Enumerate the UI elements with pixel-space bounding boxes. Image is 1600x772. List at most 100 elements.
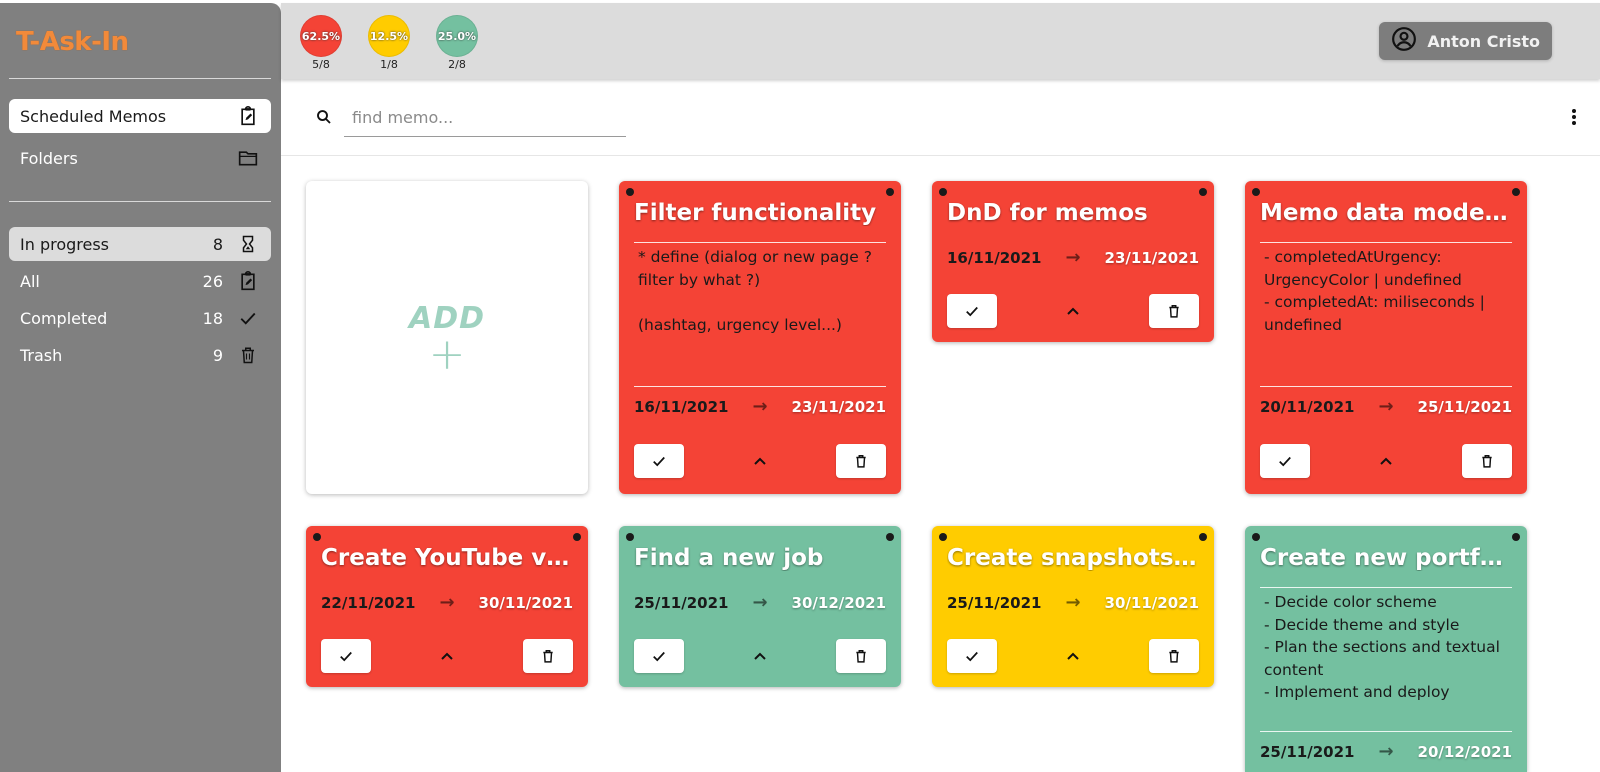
memo-title: Create new portfolio xyxy=(1260,545,1512,571)
sidebar-item-scheduled-memos[interactable]: Scheduled Memos xyxy=(9,99,271,133)
stat-percent: 25.0% xyxy=(437,29,477,43)
memo-divider xyxy=(1260,242,1512,243)
chevron-up-icon[interactable] xyxy=(1371,451,1401,471)
chevron-up-icon[interactable] xyxy=(745,646,775,666)
complete-button[interactable] xyxy=(321,639,371,673)
pin-icon xyxy=(939,533,947,541)
more-vert-icon[interactable] xyxy=(1564,107,1584,127)
memo-card[interactable]: Create YouTube vi... 22/11/2021 → 30/11/… xyxy=(306,526,588,687)
pin-icon xyxy=(1199,533,1207,541)
sidebar-item-trash[interactable]: Trash 9 xyxy=(9,338,271,372)
memo-start-date: 20/11/2021 xyxy=(1260,397,1355,416)
memo-divider xyxy=(1260,587,1512,588)
delete-button[interactable] xyxy=(836,639,886,673)
memo-start-date: 25/11/2021 xyxy=(947,593,1042,612)
memo-start-date: 25/11/2021 xyxy=(634,593,729,612)
stat-percent: 62.5% xyxy=(301,29,341,43)
sidebar-divider xyxy=(9,78,271,79)
arrow-right-icon: → xyxy=(1065,592,1081,613)
stat-percent: 12.5% xyxy=(369,29,409,43)
memo-dates: 16/11/2021 → 23/11/2021 xyxy=(634,396,886,417)
memo-dates: 16/11/2021 → 23/11/2021 xyxy=(947,247,1199,268)
sidebar-item-folders[interactable]: Folders xyxy=(9,141,271,175)
memo-start-date: 22/11/2021 xyxy=(321,593,416,612)
account-circle-icon xyxy=(1391,26,1417,56)
stat-circle: 62.5% xyxy=(300,15,342,57)
stat-fraction: 5/8 xyxy=(312,58,330,71)
chevron-up-icon[interactable] xyxy=(432,646,462,666)
memo-description: * define (dialog or new page ? filter by… xyxy=(638,248,872,334)
pin-icon xyxy=(1252,188,1260,196)
stat-fraction: 2/8 xyxy=(448,58,466,71)
pin-icon xyxy=(626,533,634,541)
sidebar-item-all[interactable]: All 26 xyxy=(9,264,271,298)
chevron-up-icon[interactable] xyxy=(1058,646,1088,666)
memo-end-date: 23/11/2021 xyxy=(1104,248,1199,267)
complete-button[interactable] xyxy=(634,639,684,673)
add-memo-card[interactable]: ADD + xyxy=(306,181,588,494)
clipboard-edit-icon xyxy=(237,270,259,292)
delete-button[interactable] xyxy=(1149,639,1199,673)
memo-divider xyxy=(634,242,886,243)
stat-green: 25.0% 2/8 xyxy=(434,15,480,71)
arrow-right-icon: → xyxy=(1065,247,1081,268)
sidebar-item-label: Completed xyxy=(20,308,108,328)
memo-actions xyxy=(1260,444,1512,478)
complete-button[interactable] xyxy=(1260,444,1310,478)
sidebar-item-label: Trash xyxy=(20,345,63,365)
memo-title: Create snapshots ... xyxy=(947,545,1199,571)
sidebar-item-label: All xyxy=(20,271,40,291)
sidebar-item-count: 9 xyxy=(212,345,223,365)
memo-end-date: 23/11/2021 xyxy=(791,397,886,416)
memo-card[interactable]: Filter functionality * define (dialog or… xyxy=(619,181,901,494)
arrow-right-icon: → xyxy=(1378,741,1394,762)
complete-button[interactable] xyxy=(947,639,997,673)
pin-icon xyxy=(1512,188,1520,196)
sidebar-item-in-progress[interactable]: In progress 8 xyxy=(9,227,271,261)
search-bar xyxy=(281,79,1600,156)
memo-description: - Decide color scheme - Decide theme and… xyxy=(1264,593,1500,701)
chevron-up-icon[interactable] xyxy=(745,451,775,471)
delete-button[interactable] xyxy=(523,639,573,673)
pin-icon xyxy=(1512,533,1520,541)
plus-icon: + xyxy=(428,329,466,380)
memo-card[interactable]: Find a new job 25/11/2021 → 30/12/2021 xyxy=(619,526,901,687)
sidebar: T-Ask-In Scheduled Memos Folders In prog… xyxy=(0,3,281,772)
memo-card[interactable]: DnD for memos 16/11/2021 → 23/11/2021 xyxy=(932,181,1214,342)
memo-dates: 25/11/2021 → 20/12/2021 xyxy=(1260,741,1512,762)
memo-divider xyxy=(634,386,886,387)
sidebar-divider xyxy=(9,201,271,202)
memo-card[interactable]: Create snapshots ... 25/11/2021 → 30/11/… xyxy=(932,526,1214,687)
search-input[interactable] xyxy=(344,99,626,137)
sidebar-item-count: 26 xyxy=(202,271,223,291)
memo-start-date: 16/11/2021 xyxy=(947,248,1042,267)
memo-actions xyxy=(321,639,573,673)
delete-button[interactable] xyxy=(1149,294,1199,328)
delete-button[interactable] xyxy=(1462,444,1512,478)
pin-icon xyxy=(626,188,634,196)
chevron-up-icon[interactable] xyxy=(1058,301,1088,321)
stat-circle: 25.0% xyxy=(436,15,478,57)
memo-actions xyxy=(634,444,886,478)
sidebar-item-count: 18 xyxy=(202,308,223,328)
user-menu-button[interactable]: Anton Cristo xyxy=(1379,22,1552,60)
memo-title: DnD for memos xyxy=(947,200,1148,226)
pin-icon xyxy=(886,533,894,541)
sidebar-item-label: In progress xyxy=(20,234,110,254)
memo-end-date: 30/12/2021 xyxy=(791,593,886,612)
delete-button[interactable] xyxy=(836,444,886,478)
memo-title: Create YouTube vi... xyxy=(321,545,573,571)
search-icon xyxy=(315,108,333,130)
complete-button[interactable] xyxy=(634,444,684,478)
arrow-right-icon: → xyxy=(439,592,455,613)
memo-card[interactable]: Memo data model ... - completedAtUrgency… xyxy=(1245,181,1527,494)
app-root: T-Ask-In Scheduled Memos Folders In prog… xyxy=(0,0,1600,772)
sidebar-item-completed[interactable]: Completed 18 xyxy=(9,301,271,335)
memo-card[interactable]: Create new portfolio - Decide color sche… xyxy=(1245,526,1527,772)
sidebar-item-count: 8 xyxy=(212,234,223,254)
memo-title: Find a new job xyxy=(634,545,824,571)
memo-actions xyxy=(947,639,1199,673)
arrow-right-icon: → xyxy=(752,592,768,613)
complete-button[interactable] xyxy=(947,294,997,328)
memo-dates: 22/11/2021 → 30/11/2021 xyxy=(321,592,573,613)
